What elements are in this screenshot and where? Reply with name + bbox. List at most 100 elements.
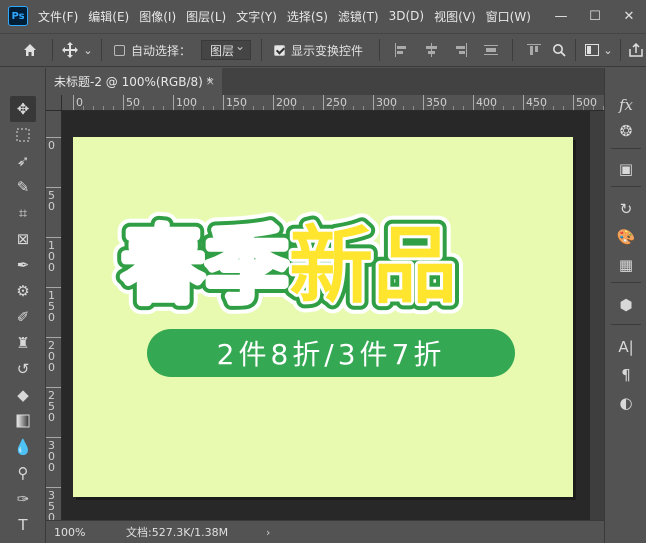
vertical-ruler[interactable]: 0 5 0 1 0 0 1 5 0 2 0 0 2 5 0 3 0 0 3 5 0 [46, 111, 62, 520]
ruler-label: 3 0 0 [48, 439, 55, 474]
chevron-down-icon[interactable]: ⌄ [81, 44, 95, 57]
adjustments-icon[interactable]: ◐ [613, 392, 639, 414]
close-button[interactable]: ✕ [612, 0, 646, 32]
distribute-icon[interactable] [484, 43, 499, 57]
separator [611, 148, 641, 149]
lasso-tool-icon[interactable]: ➶ [10, 148, 36, 174]
status-menu-arrow[interactable]: › [266, 526, 270, 539]
paragraph-icon[interactable]: ¶ [613, 364, 639, 386]
color-palette-icon[interactable]: 🎨 [613, 226, 639, 248]
align-right-icon[interactable] [454, 43, 468, 57]
menu-edit[interactable]: 编辑(E) [88, 8, 129, 25]
move-tool-icon[interactable] [59, 42, 81, 58]
ruler-tick [46, 487, 61, 488]
move-tool-icon[interactable]: ✥ [10, 96, 36, 122]
menu-window[interactable]: 窗口(W) [486, 8, 531, 25]
ruler-minor-tick [333, 106, 334, 110]
ruler-minor-tick [303, 106, 304, 110]
healing-brush-tool-icon[interactable]: ⚙ [10, 278, 36, 304]
zoom-level[interactable]: 100% [54, 526, 126, 539]
ruler-minor-tick [343, 106, 344, 110]
close-tab-icon[interactable]: × [206, 75, 215, 88]
ruler-minor-tick [443, 106, 444, 110]
styles-fx-icon[interactable]: fx [613, 94, 639, 116]
ruler-label: 5 0 [48, 189, 55, 213]
auto-select-target-dropdown[interactable]: 图层 [201, 39, 252, 60]
history-brush-tool-icon[interactable]: ↺ [10, 356, 36, 382]
ruler-minor-tick [503, 106, 504, 110]
clone-stamp-tool-icon[interactable]: ♜ [10, 330, 36, 356]
window-controls: — ☐ ✕ [544, 0, 646, 32]
ruler-tick [573, 95, 574, 110]
eyedropper-tool-icon[interactable]: ✒ [10, 252, 36, 278]
chevron-down-icon[interactable]: ⌄ [602, 44, 614, 57]
frame-tool-icon[interactable]: ⊠ [10, 226, 36, 252]
ruler-label: 0 [48, 139, 55, 152]
ruler-tick [223, 95, 224, 110]
blur-tool-icon[interactable]: 💧 [10, 434, 36, 460]
ruler-minor-tick [163, 106, 164, 110]
gradient-tool-icon[interactable] [10, 408, 36, 434]
ruler-label: 2 5 0 [48, 389, 55, 424]
menu-filter[interactable]: 滤镜(T) [338, 8, 379, 25]
ruler-minor-tick [553, 106, 554, 110]
menu-type[interactable]: 文字(Y) [236, 8, 277, 25]
ruler-minor-tick [563, 106, 564, 110]
ruler-minor-tick [413, 106, 414, 110]
separator [101, 39, 102, 61]
channels-icon[interactable]: ❂ [613, 120, 639, 142]
ruler-minor-tick [363, 106, 364, 110]
3d-icon[interactable]: ⬢ [613, 294, 639, 316]
marquee-tool-icon[interactable] [10, 122, 36, 148]
share-icon[interactable] [627, 43, 645, 57]
eraser-tool-icon[interactable]: ◆ [10, 382, 36, 408]
type-tool-icon[interactable]: T [10, 512, 36, 538]
search-icon[interactable] [549, 43, 569, 57]
pen-tool-icon[interactable]: ✑ [10, 486, 36, 512]
ruler-label: 2 0 0 [48, 339, 55, 374]
headline-white-text: 春季 [121, 217, 289, 315]
quick-select-tool-icon[interactable]: ✎ [10, 174, 36, 200]
history-icon[interactable]: ↻ [613, 198, 639, 220]
separator [611, 324, 641, 325]
minimize-button[interactable]: — [544, 0, 578, 32]
home-icon[interactable] [14, 42, 46, 58]
menu-select[interactable]: 选择(S) [287, 8, 328, 25]
menu-3d[interactable]: 3D(D) [389, 9, 424, 23]
ruler-minor-tick [133, 106, 134, 110]
document-canvas[interactable]: 春季新品 春季新品 春季新品 春季新品 2件8折/3件7折 [73, 137, 573, 497]
maximize-button[interactable]: ☐ [578, 0, 612, 32]
auto-select-checkbox[interactable] [114, 44, 125, 56]
menu-layer[interactable]: 图层(L) [186, 8, 226, 25]
ruler-minor-tick [243, 106, 244, 110]
horizontal-ruler[interactable]: 0 50 100 150 200 250 300 350 400 450 500 [62, 95, 604, 111]
menu-bar: Ps 文件(F) 编辑(E) 图像(I) 图层(L) 文字(Y) 选择(S) 滤… [0, 0, 646, 32]
ruler-minor-tick [403, 106, 404, 110]
libraries-icon[interactable]: ▣ [613, 158, 639, 180]
menu-view[interactable]: 视图(V) [434, 8, 476, 25]
document-tab[interactable]: 未标题-2 @ 100%(RGB/8) * × [46, 68, 222, 95]
swatches-grid-icon[interactable]: ▦ [613, 254, 639, 276]
workspace-icon[interactable] [582, 44, 602, 56]
menu-file[interactable]: 文件(F) [38, 8, 78, 25]
crop-tool-icon[interactable]: ⌗ [10, 200, 36, 226]
character-icon[interactable]: A| [613, 336, 639, 358]
align-top-icon[interactable] [527, 43, 542, 57]
align-center-horizontal-icon[interactable] [424, 43, 438, 57]
panel-dock: fx ❂ ▣ ↻ 🎨 ▦ ⬢ A| ¶ ◐ [604, 68, 646, 543]
ruler-minor-tick [513, 106, 514, 110]
brush-tool-icon[interactable]: ✐ [10, 304, 36, 330]
ruler-minor-tick [203, 106, 204, 110]
separator [512, 39, 514, 61]
ruler-tick [523, 95, 524, 110]
vertical-scrollbar[interactable] [590, 111, 604, 520]
ruler-tick [46, 387, 61, 388]
ruler-corner[interactable] [46, 95, 62, 111]
show-transform-label: 显示变换控件 [291, 43, 364, 58]
dodge-tool-icon[interactable]: ⚲ [10, 460, 36, 486]
options-bar: ⌄ 自动选择： 图层 显示变换控件 ⌄ [0, 33, 646, 67]
photoshop-logo[interactable]: Ps [8, 6, 28, 26]
menu-image[interactable]: 图像(I) [139, 8, 176, 25]
show-transform-checkbox[interactable] [274, 44, 286, 56]
align-left-icon[interactable] [394, 43, 408, 57]
